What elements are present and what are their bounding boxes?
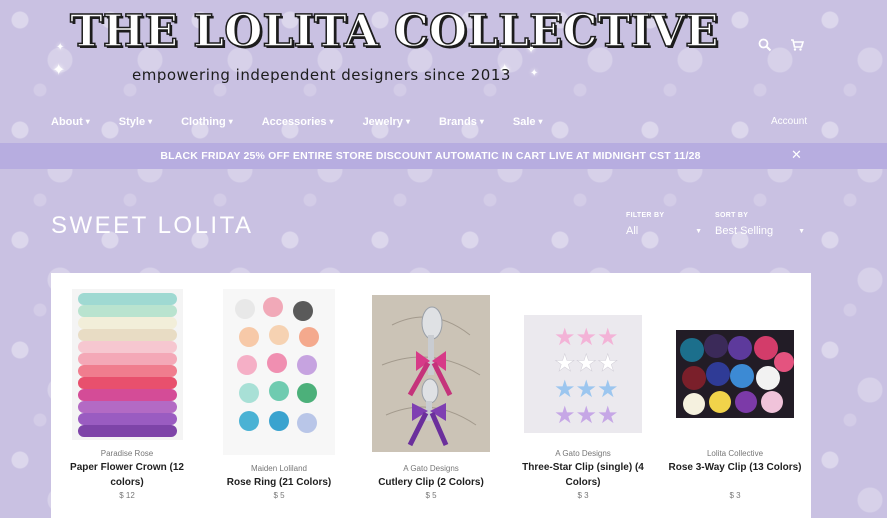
sort-by: SORT BY Best Selling ▼ — [715, 212, 805, 237]
product-price: $ 3 — [729, 491, 741, 500]
sparkle-icon: ✦ — [530, 68, 539, 79]
product-name[interactable]: Paper Flower Crown (12 colors) — [59, 460, 195, 490]
chevron-down-icon: ▾ — [228, 117, 233, 126]
product-name[interactable]: Rose 3-Way Clip (13 Colors) — [667, 460, 803, 475]
sparkle-icon: ✦ — [52, 60, 66, 79]
product-price: $ 5 — [425, 491, 437, 500]
chevron-down-icon: ▾ — [405, 117, 410, 126]
product-vendor: Maiden Loliland — [250, 464, 308, 473]
nav-item-brands[interactable]: Brands ▾ — [439, 116, 484, 128]
product-image[interactable] — [223, 289, 335, 455]
product-price: $ 5 — [273, 491, 285, 500]
filter-select[interactable]: All ▼ — [626, 225, 702, 237]
account-link[interactable]: Account — [771, 116, 807, 127]
header-icons — [756, 36, 806, 54]
site-header: ✦ ✦ ✦ ✦ ✦ THE LOLITA COLLECTIVE empoweri… — [0, 0, 887, 142]
svg-text:★★★: ★★★ — [554, 401, 619, 429]
site-logo[interactable]: ✦ ✦ ✦ ✦ ✦ THE LOLITA COLLECTIVE empoweri… — [52, 2, 719, 90]
product-grid: Paradise Rose Paper Flower Crown (12 col… — [51, 273, 811, 518]
product-name[interactable]: Rose Ring (21 Colors) — [211, 475, 347, 490]
chevron-down-icon: ▾ — [148, 117, 153, 126]
svg-text:★★★: ★★★ — [554, 375, 619, 403]
filter-value: All — [626, 225, 639, 237]
search-icon[interactable] — [756, 36, 774, 54]
nav-item-sale[interactable]: Sale ▾ — [513, 116, 543, 128]
filter-label: FILTER BY — [626, 212, 665, 219]
product-vendor: A Gato Designs — [403, 464, 459, 473]
product-name[interactable]: Cutlery Clip (2 Colors) — [363, 475, 499, 490]
product-name[interactable]: Three-Star Clip (single) (4 Colors) — [515, 460, 651, 490]
product-price: $ 12 — [119, 491, 135, 500]
cart-icon[interactable] — [788, 36, 806, 54]
announcement-bar: BLACK FRIDAY 25% OFF ENTIRE STORE DISCOU… — [0, 143, 887, 169]
nav-item-clothing[interactable]: Clothing ▾ — [181, 116, 233, 128]
sort-select[interactable]: Best Selling ▼ — [715, 225, 805, 237]
product-price: $ 3 — [577, 491, 589, 500]
product-vendor: A Gato Designs — [555, 449, 611, 458]
close-icon[interactable]: ✕ — [791, 148, 802, 163]
nav-item-about[interactable]: About ▾ — [51, 116, 90, 128]
product-image[interactable] — [676, 330, 794, 418]
filter-by: FILTER BY All ▼ — [626, 212, 702, 237]
svg-text:★★★: ★★★ — [554, 349, 619, 377]
chevron-down-icon: ▾ — [329, 117, 334, 126]
nav-item-style[interactable]: Style ▾ — [119, 116, 152, 128]
main-nav: About ▾ Style ▾ Clothing ▾ Accessories ▾ Jew… — [51, 116, 572, 128]
sort-value: Best Selling — [715, 225, 774, 237]
product-image[interactable]: ★★★ ★★★ ★★★ ★★★ — [524, 315, 642, 433]
logo-tagline: empowering independent designers since 2… — [132, 66, 511, 84]
sparkle-icon: ✦ — [56, 42, 65, 53]
product-vendor: Paradise Rose — [100, 449, 154, 458]
chevron-down-icon: ▾ — [479, 117, 484, 126]
page-title: SWEET LOLITA — [51, 212, 254, 239]
chevron-down-icon: ▾ — [85, 117, 90, 126]
chevron-down-icon: ▼ — [798, 227, 805, 235]
nav-item-accessories[interactable]: Accessories ▾ — [262, 116, 334, 128]
product-vendor: Lolita Collective — [706, 449, 764, 458]
chevron-down-icon: ▼ — [695, 227, 702, 235]
product-image[interactable] — [372, 295, 490, 452]
chevron-down-icon: ▾ — [538, 117, 543, 126]
nav-item-jewelry[interactable]: Jewelry ▾ — [363, 116, 410, 128]
announcement-text[interactable]: BLACK FRIDAY 25% OFF ENTIRE STORE DISCOU… — [160, 150, 700, 162]
product-image[interactable] — [72, 289, 183, 440]
svg-text:★★★: ★★★ — [554, 323, 619, 351]
logo-title: THE LOLITA COLLECTIVE — [69, 5, 719, 58]
sort-label: SORT BY — [715, 212, 749, 219]
